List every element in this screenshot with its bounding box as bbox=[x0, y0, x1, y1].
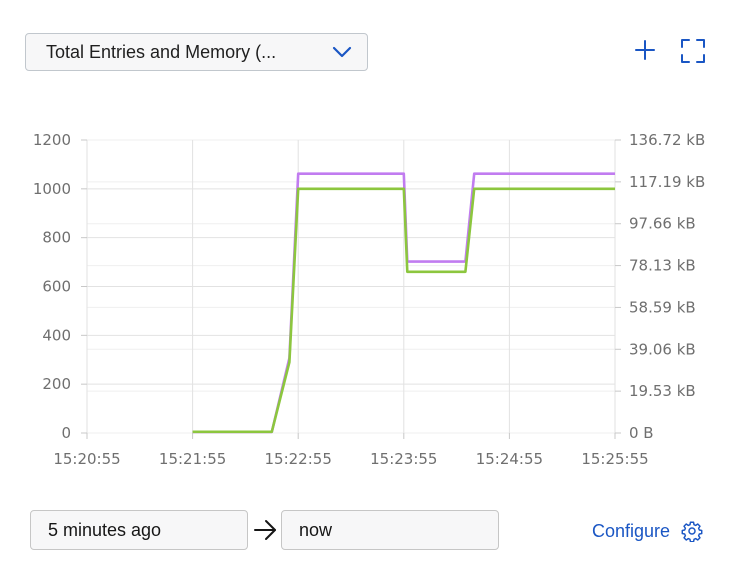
plus-icon bbox=[635, 40, 655, 60]
x-tick-label: 15:23:55 bbox=[370, 450, 437, 468]
chart-selector-label: Total Entries and Memory (... bbox=[46, 41, 277, 62]
chart-selector-dropdown[interactable]: Total Entries and Memory (... bbox=[25, 33, 368, 71]
time-from-input[interactable]: 5 minutes ago bbox=[30, 510, 248, 550]
line-chart: 0 200 400 600 800 1000 1200 0 B 19.53 kB 39.06 kB… bbox=[0, 120, 735, 470]
x-tick-label: 15:25:55 bbox=[581, 450, 648, 468]
y-left-tick-label: 600 bbox=[42, 278, 71, 296]
y-right-tick-label: 117.19 kB bbox=[629, 173, 705, 191]
time-to-value: now bbox=[299, 519, 333, 540]
time-to-input[interactable]: now bbox=[281, 510, 499, 550]
y-right-tick-label: 78.13 kB bbox=[629, 257, 696, 275]
x-tick-label: 15:24:55 bbox=[476, 450, 543, 468]
y-left-tick-label: 200 bbox=[42, 375, 71, 393]
arrow-right-icon bbox=[254, 520, 276, 540]
y-left-tick-label: 0 bbox=[61, 424, 71, 442]
gear-icon bbox=[681, 521, 703, 542]
x-tick-label: 15:20:55 bbox=[53, 450, 120, 468]
y-left-tick-label: 800 bbox=[42, 229, 71, 247]
y-left-tick-label: 400 bbox=[42, 326, 71, 344]
chart-svg: 0 200 400 600 800 1000 1200 0 B 19.53 kB 39.06 kB… bbox=[33, 131, 705, 468]
add-button[interactable] bbox=[632, 37, 658, 63]
y-right-tick-label: 97.66 kB bbox=[629, 215, 696, 233]
y-left-tick-label: 1200 bbox=[33, 131, 71, 149]
configure-label: Configure bbox=[592, 520, 671, 541]
y-right-tick-label: 58.59 kB bbox=[629, 298, 696, 316]
y-left-tick-label: 1000 bbox=[33, 180, 71, 198]
y-right-tick-label: 0 B bbox=[629, 424, 654, 442]
y-right-tick-label: 136.72 kB bbox=[629, 131, 705, 149]
fullscreen-button[interactable] bbox=[680, 38, 706, 64]
time-from-value: 5 minutes ago bbox=[48, 519, 162, 540]
y-right-tick-label: 39.06 kB bbox=[629, 340, 696, 358]
y-right-tick-label: 19.53 kB bbox=[629, 382, 696, 400]
configure-button[interactable]: Configure bbox=[592, 518, 703, 544]
fullscreen-icon bbox=[681, 39, 705, 63]
x-tick-label: 15:22:55 bbox=[265, 450, 332, 468]
x-tick-label: 15:21:55 bbox=[159, 450, 226, 468]
chevron-down-icon bbox=[332, 46, 352, 58]
